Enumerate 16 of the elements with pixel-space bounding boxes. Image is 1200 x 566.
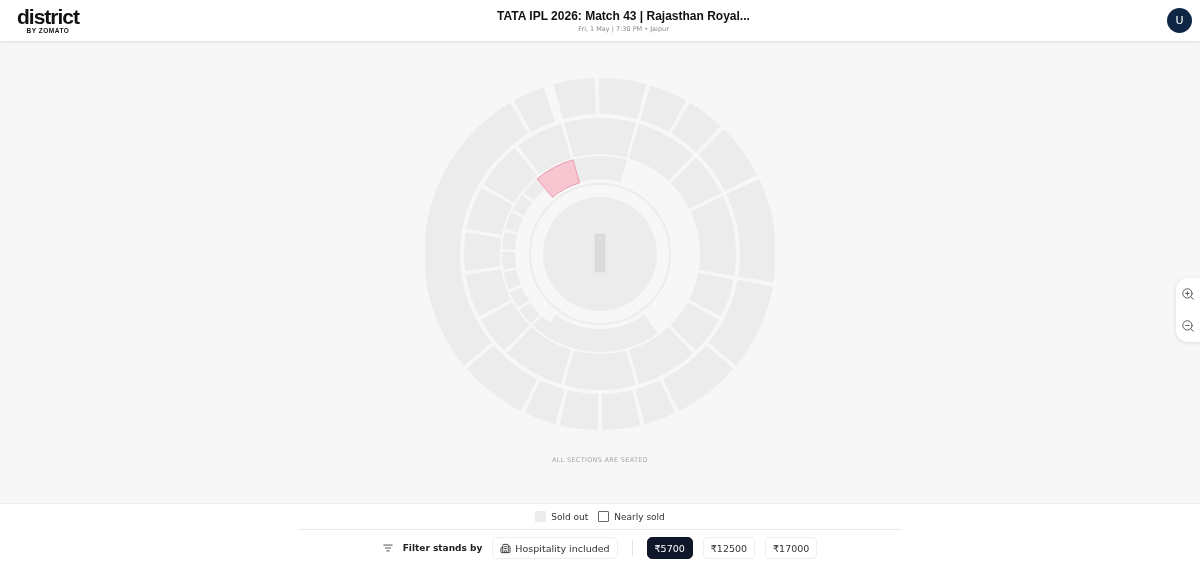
filter-label: Filter stands by <box>402 543 483 553</box>
hospitality-label: Hospitality included <box>515 542 610 554</box>
price-chip[interactable]: ₹12500 <box>702 537 756 559</box>
hospitality-filter-chip[interactable]: Hospitality included <box>492 537 618 559</box>
event-title: TATA IPL 2026: Match 43 | Rajasthan Royal... <box>497 8 750 23</box>
legend-swatch <box>598 511 610 522</box>
filter-icon <box>382 543 393 553</box>
user-avatar[interactable]: U <box>1167 8 1192 33</box>
zoom-out-button[interactable] <box>1181 319 1195 333</box>
zoom-in-button[interactable] <box>1181 287 1195 301</box>
legend-label: Sold out <box>551 511 589 522</box>
legend-label: Nearly sold <box>614 511 665 522</box>
logo[interactable]: district <box>17 7 79 26</box>
price-chip[interactable]: ₹5700 <box>646 537 693 559</box>
price-chip[interactable]: ₹17000 <box>765 537 818 559</box>
building-icon <box>500 542 512 554</box>
